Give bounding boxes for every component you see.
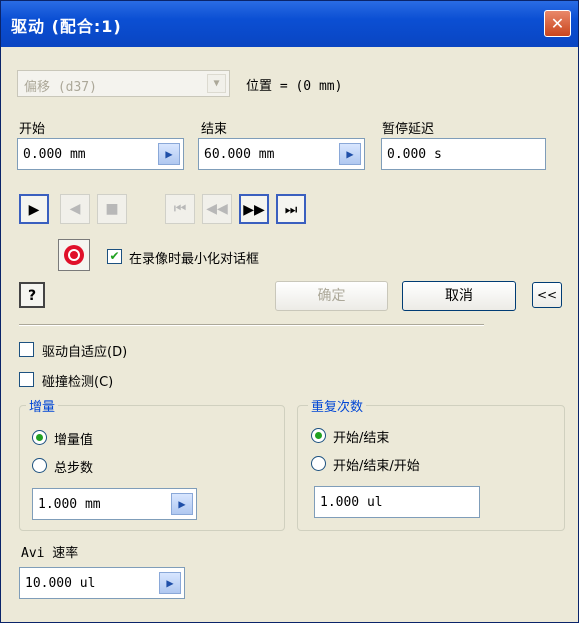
start-field[interactable]: 0.000 mm ▶ <box>17 138 184 170</box>
repeat-start-end-start-radio[interactable] <box>311 456 326 471</box>
rewind-to-start-icon: ⏮ <box>173 201 187 217</box>
help-button[interactable]: ? <box>19 282 45 308</box>
drive-dialog: 驱动 (配合:1) ✕ 偏移 (d37) ▼ 位置 = (0 mm) 开始 0.… <box>0 0 579 623</box>
avi-rate-field[interactable]: 10.000 ul ▶ <box>19 567 185 599</box>
avi-rate-value: 10.000 ul <box>25 576 96 591</box>
collision-checkbox[interactable] <box>19 372 34 387</box>
close-icon: ✕ <box>550 14 565 33</box>
step-forward-button[interactable]: ▶▶ <box>239 194 269 224</box>
close-button[interactable]: ✕ <box>544 10 571 37</box>
stop-button[interactable]: ■ <box>97 194 127 224</box>
play-reverse-icon: ◀ <box>69 201 81 217</box>
forward-to-end-icon: ⏭ <box>284 202 298 218</box>
pause-field[interactable]: 0.000 s <box>381 138 546 170</box>
collision-label: 碰撞检测(C) <box>42 375 114 390</box>
start-value: 0.000 mm <box>23 147 86 162</box>
spin-arrow-icon[interactable]: ▶ <box>171 493 193 515</box>
ok-button[interactable]: 确定 <box>275 281 388 311</box>
repeat-group-title: 重复次数 <box>308 396 367 415</box>
minimize-label: 在录像时最小化对话框 <box>129 252 260 267</box>
repeat-start-end-label: 开始/结束 <box>333 431 390 446</box>
end-value: 60.000 mm <box>204 147 275 162</box>
help-icon: ? <box>27 288 37 304</box>
adaptive-label: 驱动自适应(D) <box>42 345 128 360</box>
start-label: 开始 <box>19 122 46 137</box>
avi-rate-label: Avi 速率 <box>21 546 79 561</box>
repeat-start-end-start-label: 开始/结束/开始 <box>333 459 420 474</box>
pause-label: 暂停延迟 <box>382 122 435 137</box>
spin-arrow-icon[interactable]: ▶ <box>339 143 361 165</box>
increment-field[interactable]: 1.000 mm ▶ <box>32 488 197 520</box>
play-forward-icon: ▶ <box>28 202 40 218</box>
offset-combo[interactable]: 偏移 (d37) ▼ <box>17 70 230 97</box>
title-bar[interactable]: 驱动 (配合:1) ✕ <box>1 1 578 47</box>
step-forward-icon: ▶▶ <box>243 202 265 218</box>
step-reverse-button[interactable]: ◀◀ <box>202 194 232 224</box>
increment-group-title: 增量 <box>26 396 59 415</box>
spin-arrow-icon[interactable]: ▶ <box>159 572 181 594</box>
repeat-field[interactable]: 1.000 ul <box>314 486 480 518</box>
position-readout: 位置 = (0 mm) <box>246 79 343 94</box>
window-title: 驱动 (配合:1) <box>11 17 122 36</box>
minimize-checkbox[interactable]: ✔ <box>107 249 122 264</box>
repeat-start-end-radio[interactable] <box>311 428 326 443</box>
record-button[interactable] <box>58 239 90 271</box>
increment-value-label: 增量值 <box>54 433 94 448</box>
divider <box>19 324 484 326</box>
spin-arrow-icon[interactable]: ▶ <box>158 143 180 165</box>
increment-value-radio[interactable] <box>32 430 47 445</box>
stop-icon: ■ <box>105 201 119 217</box>
forward-to-end-button[interactable]: ⏭ <box>276 194 306 224</box>
record-icon <box>64 245 84 265</box>
increment-field-value: 1.000 mm <box>38 497 101 512</box>
end-label: 结束 <box>201 122 228 137</box>
play-reverse-button[interactable]: ◀ <box>60 194 90 224</box>
chevron-down-icon[interactable]: ▼ <box>207 74 226 93</box>
total-steps-radio[interactable] <box>32 458 47 473</box>
repeat-field-value: 1.000 ul <box>320 495 383 510</box>
total-steps-label: 总步数 <box>54 461 94 476</box>
end-field[interactable]: 60.000 mm ▶ <box>198 138 365 170</box>
offset-combo-value: 偏移 (d37) <box>24 80 97 95</box>
pause-value: 0.000 s <box>387 147 442 162</box>
play-forward-button[interactable]: ▶ <box>19 194 49 224</box>
rewind-to-start-button[interactable]: ⏮ <box>165 194 195 224</box>
adaptive-checkbox[interactable] <box>19 342 34 357</box>
step-reverse-icon: ◀◀ <box>206 201 228 217</box>
cancel-button[interactable]: 取消 <box>402 281 516 311</box>
collapse-button[interactable]: << <box>532 282 562 308</box>
